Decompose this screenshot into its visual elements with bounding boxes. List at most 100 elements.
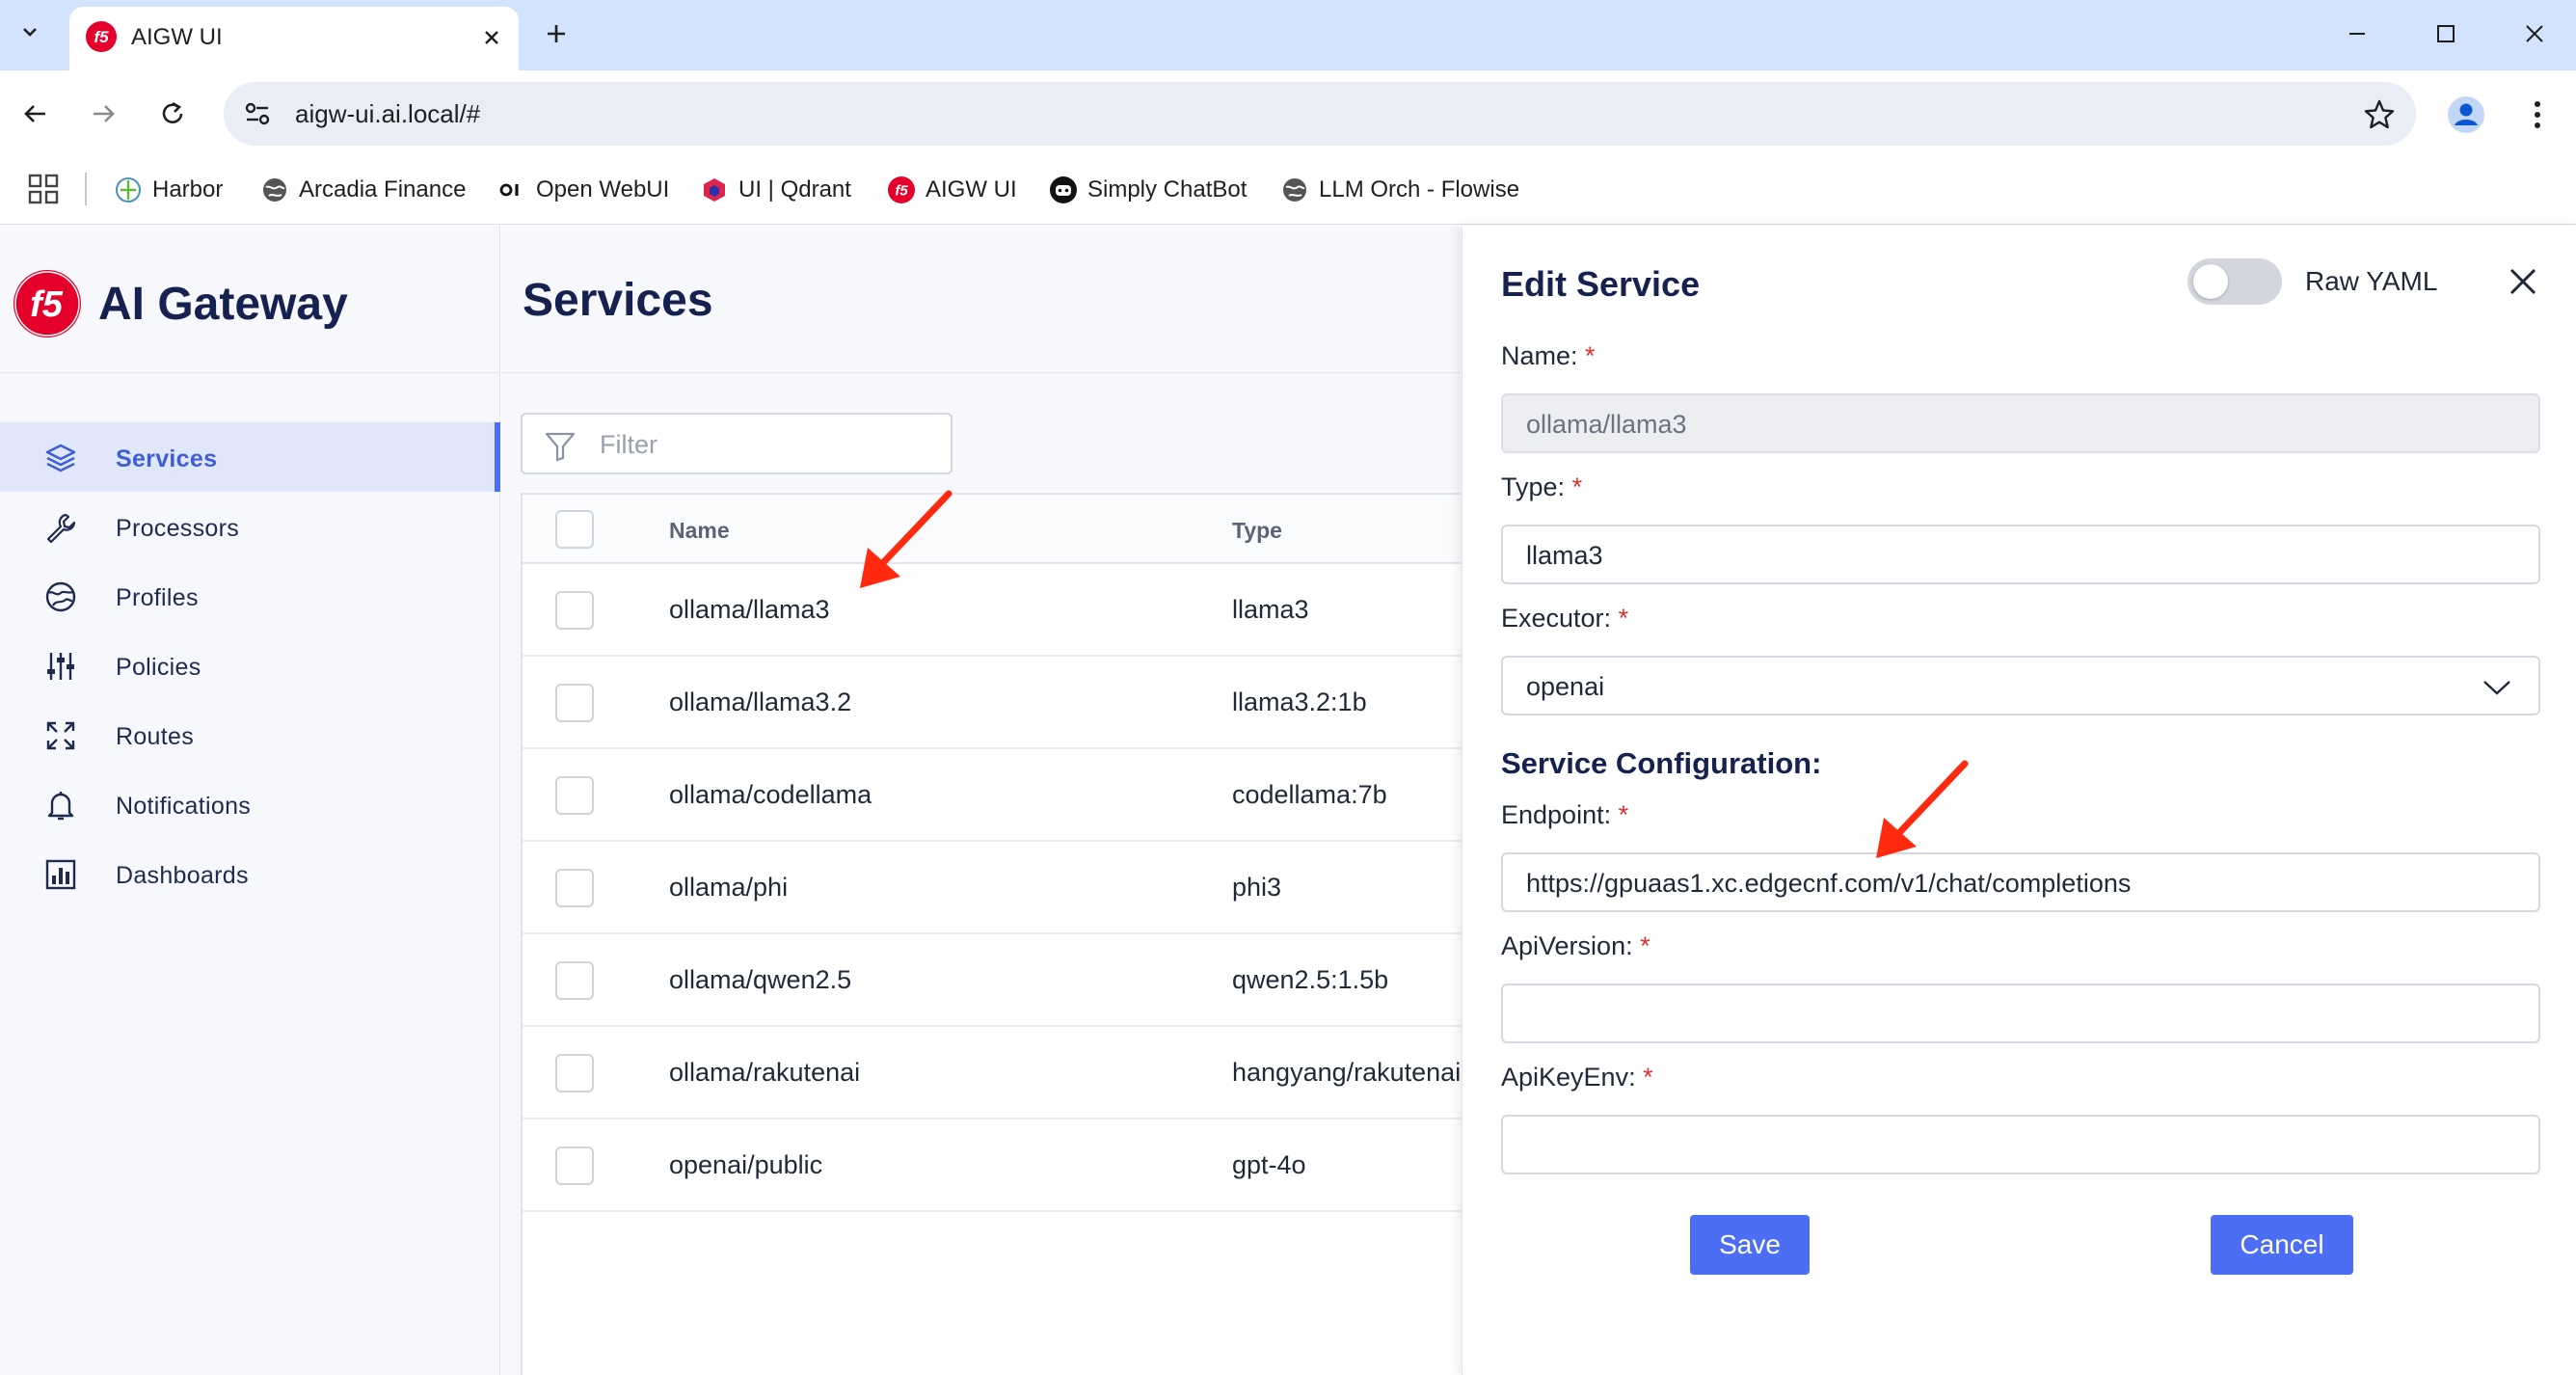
table-row[interactable]: ollama/llama3.2 llama3.2:1b: [523, 657, 1461, 749]
service-type: llama3.2:1b: [1232, 688, 1367, 716]
harbor-icon: [116, 177, 141, 202]
service-name[interactable]: ollama/phi: [669, 873, 788, 903]
row-checkbox[interactable]: [555, 869, 594, 907]
browser-menu-button[interactable]: [2518, 94, 2557, 136]
service-name[interactable]: ollama/rakutenai: [669, 1058, 860, 1088]
tab-close-button[interactable]: [478, 24, 505, 51]
service-name[interactable]: ollama/llama3.2: [669, 688, 851, 717]
executor-select[interactable]: openai: [1501, 656, 2540, 715]
bookmark-llm-orch-flowise[interactable]: LLM Orch - Flowise: [1280, 169, 1519, 211]
reload-button[interactable]: [152, 94, 193, 134]
panel-title: Edit Service: [1501, 264, 1701, 304]
tab-title: AIGW UI: [131, 24, 223, 50]
sidebar-item-notifications[interactable]: Notifications: [0, 769, 500, 839]
sidebar-item-processors[interactable]: Processors: [0, 492, 500, 561]
table-row[interactable]: ollama/qwen2.5 qwen2.5:1.5b: [523, 934, 1461, 1027]
type-field[interactable]: llama3: [1501, 525, 2540, 584]
brand: f5 AI Gateway: [12, 268, 348, 339]
filter-input[interactable]: [600, 426, 937, 463]
filter-box: [521, 413, 953, 474]
select-all-checkbox[interactable]: [555, 510, 594, 549]
services-page: Services Name Type ollama/llama3 llama3 …: [501, 226, 1461, 1375]
sidebar-item-services[interactable]: Services: [0, 422, 500, 492]
service-type: codellama:7b: [1232, 780, 1387, 809]
apps-grid-icon[interactable]: [27, 173, 60, 205]
sidebar-item-label: Services: [116, 445, 218, 472]
browser-tab[interactable]: f5 AIGW UI: [69, 7, 519, 70]
row-checkbox[interactable]: [555, 591, 594, 630]
endpoint-field[interactable]: https://gpuaas1.xc.edgecnf.com/v1/chat/c…: [1501, 852, 2540, 912]
row-checkbox[interactable]: [555, 1146, 594, 1185]
close-icon: [2526, 25, 2543, 42]
sidebar-item-policies[interactable]: Policies: [0, 631, 500, 700]
row-checkbox[interactable]: [555, 776, 594, 815]
divider: [501, 372, 1461, 373]
annotation-arrow-icon: [860, 490, 953, 588]
apikeyenv-label: ApiKeyEnv: *: [1501, 1063, 1653, 1092]
new-tab-button[interactable]: [540, 17, 573, 50]
bookmark-label: Harbor: [152, 176, 224, 202]
apikeyenv-field[interactable]: [1501, 1115, 2540, 1174]
sidebar-item-label: Profiles: [116, 584, 199, 611]
service-name[interactable]: ollama/llama3: [669, 595, 830, 625]
sidebar-item-profiles[interactable]: Profiles: [0, 561, 500, 631]
close-icon[interactable]: [2504, 262, 2542, 301]
row-checkbox[interactable]: [555, 684, 594, 722]
bookmark-aigw-ui[interactable]: f5 AIGW UI: [887, 169, 1017, 211]
bookmark-star-icon[interactable]: [2362, 97, 2397, 132]
tab-search-button[interactable]: [13, 13, 46, 50]
bookmark-label: AIGW UI: [926, 176, 1017, 202]
sidebar-item-dashboards[interactable]: Dashboards: [0, 839, 500, 908]
forward-button[interactable]: [83, 94, 123, 134]
globe-icon: [45, 581, 76, 612]
raw-yaml-label: Raw YAML: [2305, 266, 2438, 296]
endpoint-label: Endpoint: *: [1501, 800, 1629, 829]
address-bar[interactable]: aigw-ui.ai.local/#: [224, 82, 2416, 146]
page-title: Services: [523, 275, 713, 326]
apiversion-field[interactable]: [1501, 984, 2540, 1043]
bookmark-label: Arcadia Finance: [299, 176, 467, 202]
minimize-button[interactable]: [2341, 17, 2374, 50]
table-row[interactable]: ollama/rakutenai hangyang/rakutenai: [523, 1027, 1461, 1119]
site-settings-icon[interactable]: [241, 97, 274, 130]
sliders-icon: [47, 653, 74, 680]
service-type: phi3: [1232, 873, 1282, 902]
toggle-knob: [2193, 264, 2228, 299]
table-row[interactable]: ollama/codellama codellama:7b: [523, 749, 1461, 842]
maximize-button[interactable]: [2429, 17, 2462, 50]
save-button[interactable]: Save: [1690, 1215, 1810, 1275]
svg-text:f5: f5: [94, 28, 109, 46]
bookmark-simply-chatbot[interactable]: Simply ChatBot: [1049, 169, 1247, 211]
qdrant-icon: [704, 178, 725, 202]
table-row[interactable]: ollama/llama3 llama3: [523, 564, 1461, 657]
service-type: gpt-4o: [1232, 1150, 1306, 1179]
service-name[interactable]: ollama/codellama: [669, 780, 872, 810]
f5-icon: f5: [888, 176, 915, 203]
row-checkbox[interactable]: [555, 961, 594, 1000]
apiversion-label: ApiVersion: *: [1501, 931, 1650, 960]
raw-yaml-toggle[interactable]: [2187, 258, 2282, 305]
profile-avatar-icon: [2448, 96, 2484, 133]
sidebar-item-label: Dashboards: [116, 862, 249, 889]
app-viewport: f5 AI Gateway Services Processors Profil…: [0, 226, 2576, 1375]
wrench-icon: [46, 513, 76, 544]
cancel-button[interactable]: Cancel: [2211, 1215, 2353, 1275]
bar-chart-icon: [45, 859, 76, 890]
bookmark-arcadia-finance[interactable]: Arcadia Finance: [260, 169, 466, 211]
table-row[interactable]: openai/public gpt-4o: [523, 1119, 1461, 1212]
back-button[interactable]: [15, 94, 56, 134]
row-checkbox[interactable]: [555, 1054, 594, 1092]
bookmark-open-webui[interactable]: Open WebUI: [497, 169, 669, 211]
services-table: Name Type ollama/llama3 llama3 ollama/ll…: [521, 493, 1461, 1375]
sidebar-item-routes[interactable]: Routes: [0, 700, 500, 769]
bookmark-label: UI | Qdrant: [738, 176, 851, 202]
service-type: llama3: [1232, 595, 1309, 624]
profile-button[interactable]: [2445, 94, 2487, 136]
service-name[interactable]: ollama/qwen2.5: [669, 965, 851, 995]
table-row[interactable]: ollama/phi phi3: [523, 842, 1461, 934]
window-close-button[interactable]: [2518, 17, 2551, 50]
bookmark-harbor[interactable]: Harbor: [114, 169, 223, 211]
bookmark-qdrant[interactable]: UI | Qdrant: [700, 169, 851, 211]
service-name[interactable]: openai/public: [669, 1150, 822, 1180]
layers-icon: [45, 444, 76, 472]
